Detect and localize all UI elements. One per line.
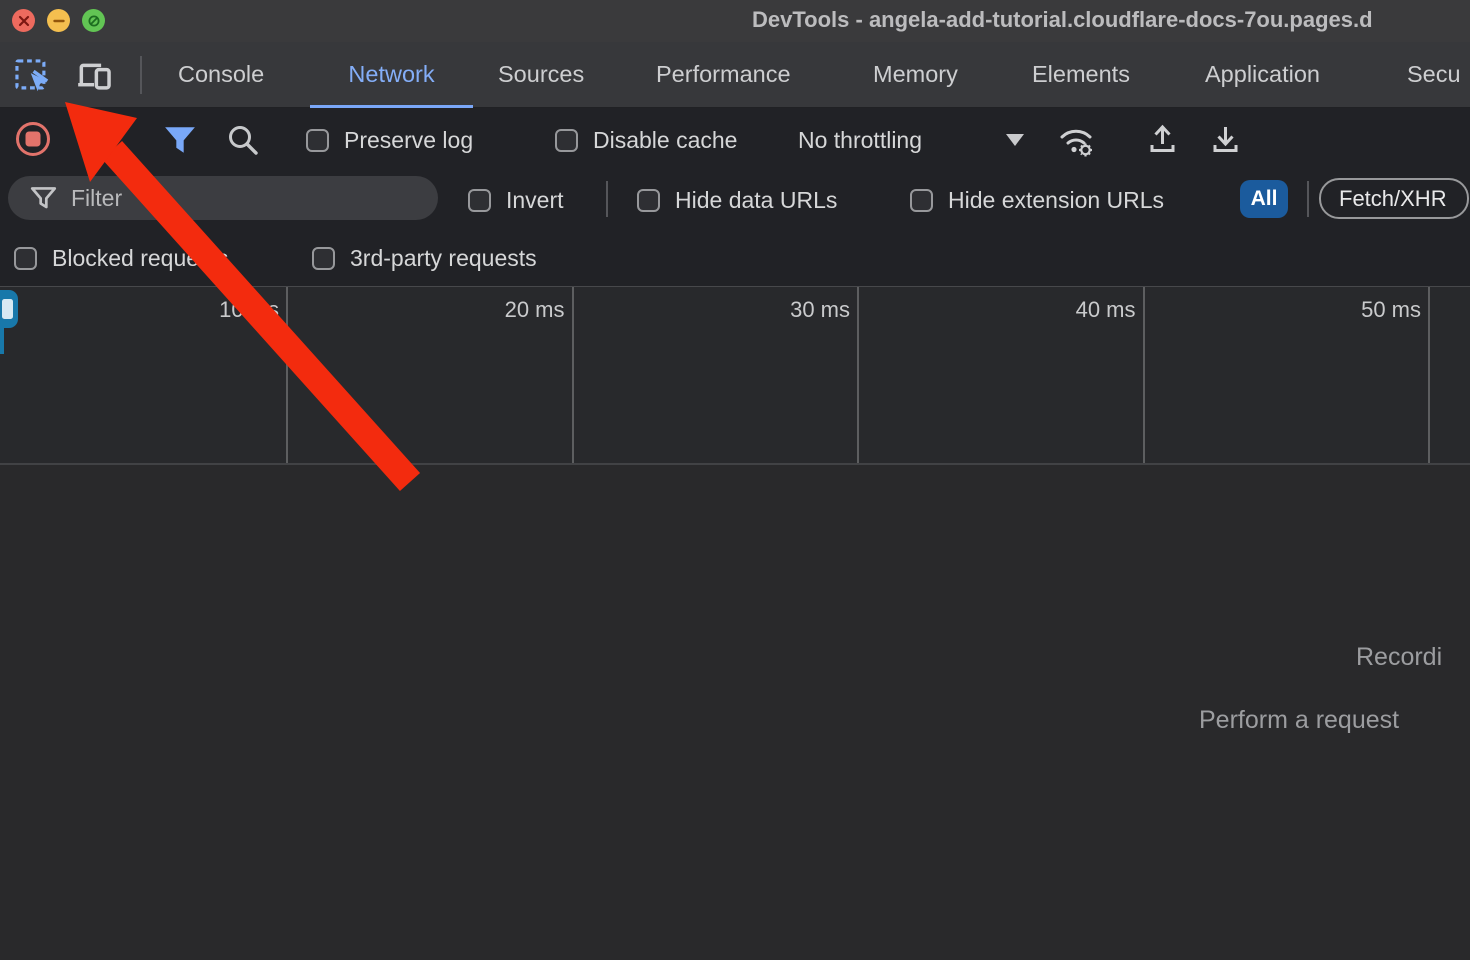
preserve-log-checkbox[interactable]: Preserve log bbox=[306, 127, 473, 154]
import-har-icon[interactable] bbox=[1145, 122, 1180, 157]
zoom-icon[interactable] bbox=[82, 9, 105, 32]
filter-input-pill[interactable] bbox=[8, 176, 438, 220]
network-filter-row: Invert Hide data URLs Hide extension URL… bbox=[0, 170, 1470, 228]
timeline-segment: 10 ms bbox=[0, 287, 288, 463]
checkbox[interactable] bbox=[14, 247, 37, 270]
overview-selection-marker bbox=[0, 328, 4, 354]
timeline-segment: 50 ms bbox=[1145, 287, 1431, 463]
fetch-xhr-filter-button[interactable]: Fetch/XHR bbox=[1319, 178, 1469, 219]
hide-data-urls-checkbox[interactable]: Hide data URLs bbox=[637, 187, 837, 214]
minimize-icon[interactable] bbox=[47, 9, 70, 32]
filter-input[interactable] bbox=[71, 185, 426, 212]
window-title: DevTools - angela-add-tutorial.cloudflar… bbox=[752, 7, 1373, 33]
filter-icon[interactable] bbox=[163, 125, 197, 155]
overview-request-marker bbox=[0, 290, 18, 328]
hide-extension-urls-checkbox[interactable]: Hide extension URLs bbox=[910, 187, 1164, 214]
network-toolbar: Preserve log Disable cache No throttling bbox=[0, 108, 1470, 170]
clear-log-icon[interactable] bbox=[82, 124, 113, 155]
checkbox[interactable] bbox=[306, 129, 329, 152]
checkbox[interactable] bbox=[555, 129, 578, 152]
tab-network[interactable]: Network bbox=[310, 42, 473, 108]
tab-memory[interactable]: Memory bbox=[846, 42, 985, 108]
all-filter-button[interactable]: All bbox=[1240, 180, 1288, 218]
window-titlebar: DevTools - angela-add-tutorial.cloudflar… bbox=[0, 0, 1470, 42]
checkbox[interactable] bbox=[910, 189, 933, 212]
third-party-requests-checkbox[interactable]: 3rd-party requests bbox=[312, 245, 537, 272]
divider bbox=[140, 56, 142, 94]
devtools-tabbar: Console Network Sources Performance Memo… bbox=[0, 42, 1470, 108]
record-stop-button[interactable] bbox=[15, 121, 51, 157]
disable-cache-checkbox[interactable]: Disable cache bbox=[555, 127, 737, 154]
empty-state-hint-text: Perform a request bbox=[1199, 706, 1399, 735]
invert-checkbox[interactable]: Invert bbox=[468, 187, 564, 214]
checkbox[interactable] bbox=[637, 189, 660, 212]
divider bbox=[1307, 181, 1309, 217]
tab-sources[interactable]: Sources bbox=[471, 42, 611, 108]
tab-elements[interactable]: Elements bbox=[1005, 42, 1157, 108]
inspect-icon[interactable] bbox=[12, 56, 52, 96]
timeline-segment bbox=[1430, 287, 1470, 463]
timeline-segment: 30 ms bbox=[574, 287, 860, 463]
timeline-segment: 40 ms bbox=[859, 287, 1145, 463]
funnel-icon bbox=[30, 186, 57, 210]
chevron-down-icon[interactable] bbox=[1006, 134, 1024, 146]
recording-status-text: Recordi bbox=[1356, 643, 1442, 672]
tab-application[interactable]: Application bbox=[1178, 42, 1347, 108]
timeline-segment: 20 ms bbox=[288, 287, 574, 463]
checkbox[interactable] bbox=[468, 189, 491, 212]
tab-performance[interactable]: Performance bbox=[629, 42, 818, 108]
network-conditions-icon[interactable] bbox=[1054, 121, 1098, 159]
network-requests-panel: Recordi Perform a request bbox=[0, 465, 1470, 960]
blocked-requests-checkbox[interactable]: Blocked requests bbox=[14, 245, 228, 272]
throttling-select[interactable]: No throttling bbox=[798, 127, 922, 154]
close-icon[interactable] bbox=[12, 9, 35, 32]
tab-console[interactable]: Console bbox=[151, 42, 291, 108]
checkbox[interactable] bbox=[312, 247, 335, 270]
network-overview-timeline[interactable]: 10 ms 20 ms 30 ms 40 ms 50 ms bbox=[0, 286, 1470, 465]
export-har-icon[interactable] bbox=[1208, 122, 1243, 157]
tab-security[interactable]: Secu bbox=[1380, 42, 1470, 108]
device-toolbar-icon[interactable] bbox=[74, 56, 114, 96]
network-filter-row-2: Blocked requests 3rd-party requests bbox=[0, 228, 1470, 286]
divider bbox=[606, 181, 608, 217]
search-icon[interactable] bbox=[226, 123, 261, 158]
